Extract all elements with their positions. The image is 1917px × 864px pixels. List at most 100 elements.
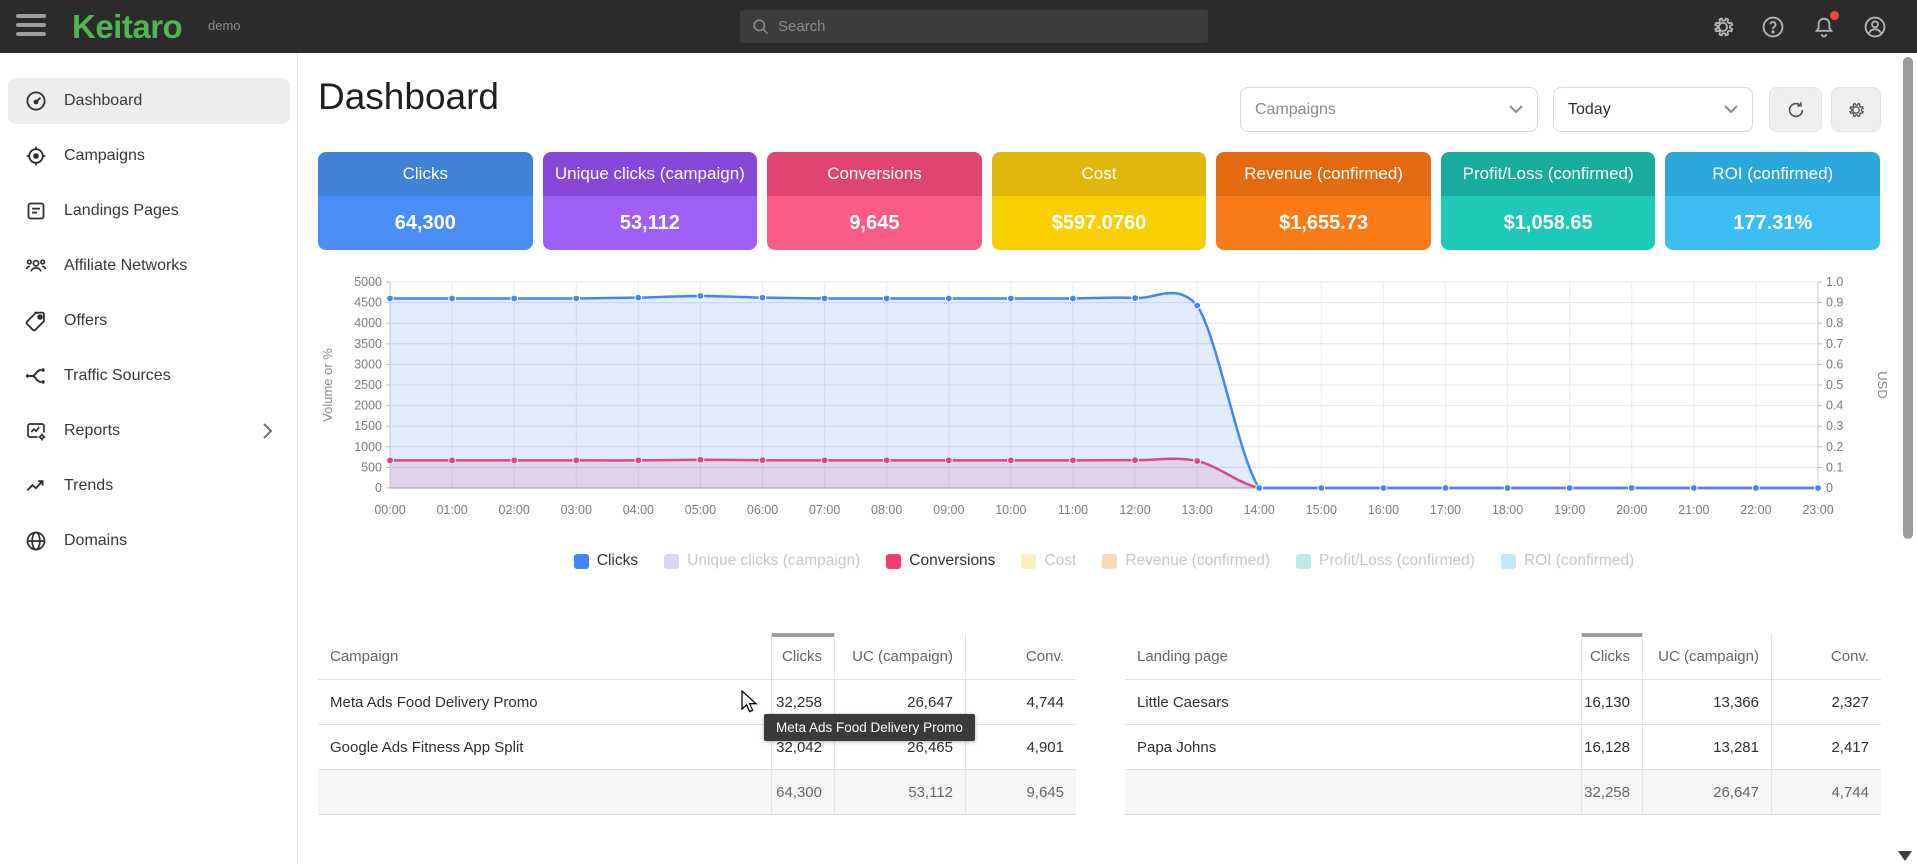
- legend-item-revenue-confirmed[interactable]: Revenue (confirmed): [1102, 552, 1270, 570]
- svg-text:07:00: 07:00: [809, 503, 840, 517]
- account-icon[interactable]: [1862, 14, 1888, 40]
- svg-text:0.2: 0.2: [1826, 440, 1843, 454]
- sidebar-item-domains[interactable]: Domains: [8, 518, 290, 564]
- search-input[interactable]: [778, 10, 1198, 43]
- sidebar-item-dashboard[interactable]: Dashboard: [8, 78, 290, 124]
- legend-label: Profit/Loss (confirmed): [1319, 552, 1475, 570]
- legend-item-profit-loss-confirmed[interactable]: Profit/Loss (confirmed): [1296, 552, 1475, 570]
- svg-text:5000: 5000: [354, 275, 382, 289]
- settings-icon[interactable]: [1710, 14, 1736, 40]
- svg-text:16:00: 16:00: [1368, 503, 1399, 517]
- card-value: 9,645: [767, 196, 982, 250]
- table-header-row: Landing pageClicksUC (campaign)Conv.: [1125, 634, 1881, 679]
- target-icon: [24, 144, 48, 168]
- stat-card-clicks[interactable]: Clicks64,300: [318, 152, 533, 250]
- card-label: Profit/Loss (confirmed): [1441, 152, 1656, 196]
- grouping-select-value: Campaigns: [1255, 101, 1336, 119]
- legend-swatch: [1102, 554, 1117, 569]
- sidebar-item-label: Traffic Sources: [64, 367, 171, 385]
- legend-swatch: [664, 554, 679, 569]
- split-icon: [24, 364, 48, 388]
- column-header-uc-campaign[interactable]: UC (campaign): [1642, 634, 1771, 679]
- svg-text:15:00: 15:00: [1306, 503, 1337, 517]
- sidebar-item-label: Dashboard: [64, 92, 142, 110]
- row-tooltip: Meta Ads Food Delivery Promo: [764, 714, 975, 741]
- sidebar-item-label: Offers: [64, 312, 107, 330]
- column-header-clicks[interactable]: Clicks: [1581, 634, 1642, 679]
- refresh-button[interactable]: [1769, 87, 1822, 132]
- stat-card-roi-confirmed[interactable]: ROI (confirmed)177.31%: [1665, 152, 1880, 250]
- column-header-clicks[interactable]: Clicks: [771, 634, 834, 679]
- sidebar-item-campaigns[interactable]: Campaigns: [8, 133, 290, 179]
- stat-card-conversions[interactable]: Conversions9,645: [767, 152, 982, 250]
- row-value-cell: 13,366: [1642, 680, 1771, 725]
- notifications-bell-icon[interactable]: [1811, 14, 1837, 40]
- grouping-select[interactable]: Campaigns: [1240, 87, 1538, 132]
- svg-text:1500: 1500: [354, 419, 382, 433]
- sidebar-item-offers[interactable]: Offers: [8, 298, 290, 344]
- sidebar-item-affiliate-networks[interactable]: Affiliate Networks: [8, 243, 290, 289]
- card-label: Conversions: [767, 152, 982, 196]
- sidebar-item-label: Landings Pages: [64, 202, 179, 220]
- svg-text:18:00: 18:00: [1492, 503, 1523, 517]
- sidebar: Dashboard Campaigns Landings Pages Affiliat…: [0, 53, 298, 864]
- legend-label: Unique clicks (campaign): [687, 552, 860, 570]
- column-header-conv[interactable]: Conv.: [1771, 634, 1881, 679]
- landings-table: Landing pageClicksUC (campaign)Conv.Litt…: [1125, 634, 1881, 815]
- legend-label: Clicks: [597, 552, 638, 570]
- svg-text:05:00: 05:00: [685, 503, 716, 517]
- globe-icon: [24, 529, 48, 553]
- vertical-scrollbar[interactable]: [1903, 57, 1913, 539]
- table-row[interactable]: Papa Johns16,12813,2812,417: [1125, 724, 1881, 769]
- column-header-uc-campaign[interactable]: UC (campaign): [834, 634, 965, 679]
- gauge-icon: [24, 89, 48, 113]
- legend-item-unique-clicks-campaign[interactable]: Unique clicks (campaign): [664, 552, 860, 570]
- legend-item-cost[interactable]: Cost: [1021, 552, 1076, 570]
- stat-card-revenue-confirmed[interactable]: Revenue (confirmed)$1,655.73: [1216, 152, 1431, 250]
- card-label: Revenue (confirmed): [1216, 152, 1431, 196]
- stat-card-unique-clicks-campaign[interactable]: Unique clicks (campaign)53,112: [543, 152, 758, 250]
- legend-label: Revenue (confirmed): [1125, 552, 1270, 570]
- row-value-cell: 16,128: [1581, 725, 1642, 770]
- sidebar-item-landings-pages[interactable]: Landings Pages: [8, 188, 290, 234]
- svg-text:0.5: 0.5: [1826, 378, 1843, 392]
- svg-text:2500: 2500: [354, 378, 382, 392]
- row-value-cell: 2,327: [1771, 680, 1881, 725]
- demo-badge: demo: [208, 18, 241, 33]
- legend-item-clicks[interactable]: Clicks: [574, 552, 638, 570]
- help-icon[interactable]: [1760, 14, 1786, 40]
- legend-swatch: [1296, 554, 1311, 569]
- row-name-cell: Papa Johns: [1125, 725, 1581, 770]
- sidebar-item-traffic-sources[interactable]: Traffic Sources: [8, 353, 290, 399]
- gear-icon: [1846, 100, 1866, 120]
- row-value-cell: 13,281: [1642, 725, 1771, 770]
- menu-toggle-icon[interactable]: [16, 14, 48, 39]
- people-icon: [24, 254, 48, 278]
- svg-text:03:00: 03:00: [561, 503, 592, 517]
- stat-card-profit-loss-confirmed[interactable]: Profit/Loss (confirmed)$1,058.65: [1441, 152, 1656, 250]
- stat-card-cost[interactable]: Cost$597.0760: [992, 152, 1207, 250]
- svg-text:0.4: 0.4: [1826, 399, 1843, 413]
- svg-text:02:00: 02:00: [499, 503, 530, 517]
- date-range-value: Today: [1568, 101, 1611, 119]
- sidebar-item-trends[interactable]: Trends: [8, 463, 290, 509]
- svg-text:3000: 3000: [354, 357, 382, 371]
- notification-dot: [1830, 11, 1839, 20]
- sidebar-item-label: Domains: [64, 532, 127, 550]
- dashboard-settings-button[interactable]: [1831, 87, 1881, 132]
- svg-text:13:00: 13:00: [1181, 503, 1212, 517]
- totals-value-cell: 9,645: [965, 770, 1076, 815]
- table-header-row: CampaignClicksUC (campaign)Conv.: [318, 634, 1076, 679]
- table-row[interactable]: Little Caesars16,13013,3662,327: [1125, 679, 1881, 724]
- legend-item-conversions[interactable]: Conversions: [886, 552, 995, 570]
- column-header-conv[interactable]: Conv.: [965, 634, 1076, 679]
- sidebar-item-label: Affiliate Networks: [64, 257, 187, 275]
- svg-text:09:00: 09:00: [933, 503, 964, 517]
- card-label: Unique clicks (campaign): [543, 152, 758, 196]
- legend-item-roi-confirmed[interactable]: ROI (confirmed): [1501, 552, 1634, 570]
- page-title: Dashboard: [318, 76, 499, 118]
- sidebar-item-label: Reports: [64, 422, 120, 440]
- card-label: ROI (confirmed): [1665, 152, 1880, 196]
- sidebar-item-reports[interactable]: Reports: [8, 408, 290, 454]
- date-range-select[interactable]: Today: [1553, 87, 1753, 132]
